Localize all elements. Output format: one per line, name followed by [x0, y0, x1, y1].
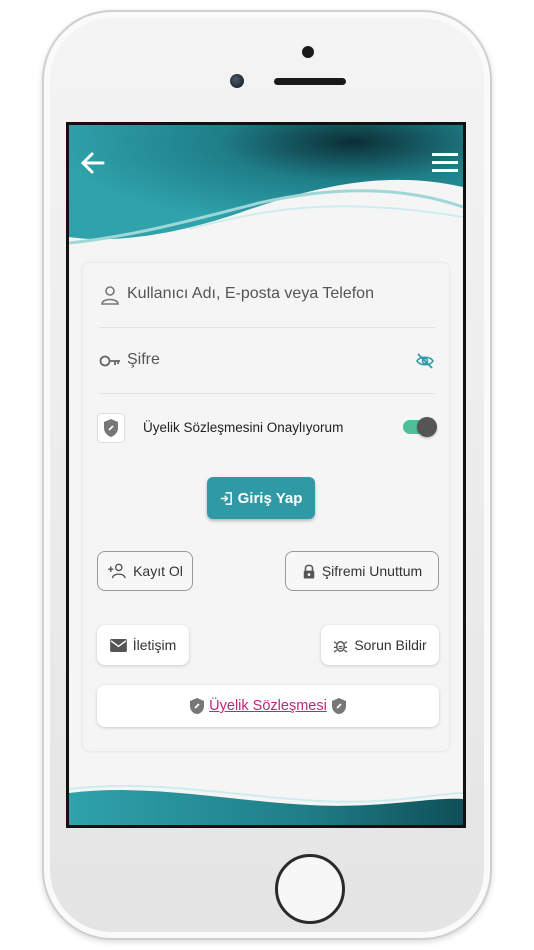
user-icon	[101, 286, 119, 305]
home-button[interactable]	[275, 854, 345, 924]
forgot-password-button[interactable]: Şifremi Unuttum	[285, 551, 439, 591]
header-wave	[69, 125, 463, 245]
register-button[interactable]: Kayıt Ol	[97, 551, 193, 591]
mail-icon	[109, 638, 127, 652]
shield-link-icon	[190, 698, 205, 714]
footer-wave	[69, 785, 463, 825]
login-icon	[220, 491, 232, 505]
key-icon	[99, 355, 120, 367]
shield-link-icon	[331, 698, 346, 714]
consent-toggle[interactable]	[403, 417, 437, 437]
report-issue-label: Sorun Bildir	[354, 637, 427, 653]
agreement-link[interactable]: Üyelik Sözleşmesi	[209, 698, 327, 714]
agreement-bar[interactable]: Üyelik Sözleşmesi	[97, 685, 439, 727]
login-label: Giriş Yap	[237, 489, 303, 507]
consent-row: Üyelik Sözleşmesini Onaylıyorum	[97, 413, 437, 443]
password-field[interactable]: Şifre	[99, 329, 435, 394]
contact-button[interactable]: İletişim	[97, 625, 189, 665]
bug-icon	[333, 640, 348, 653]
forgot-password-label: Şifremi Unuttum	[321, 563, 423, 579]
proximity-sensor	[302, 46, 314, 58]
report-issue-button[interactable]: Sorun Bildir	[321, 625, 439, 665]
earpiece-speaker	[274, 78, 346, 85]
hamburger-menu-icon[interactable]	[431, 151, 459, 175]
login-card: Kullanıcı Adı, E-posta veya Telefon Şifr…	[83, 263, 449, 751]
arrow-left-icon[interactable]	[79, 149, 107, 177]
front-camera	[230, 74, 244, 88]
login-button[interactable]: Giriş Yap	[207, 477, 315, 519]
consent-label: Üyelik Sözleşmesini Onaylıyorum	[143, 420, 344, 435]
app-screen: Kullanıcı Adı, E-posta veya Telefon Şifr…	[66, 122, 466, 828]
username-placeholder: Kullanıcı Adı, E-posta veya Telefon	[127, 285, 374, 302]
contact-label: İletişim	[132, 637, 177, 653]
add-user-icon	[108, 563, 126, 579]
shield-link-icon	[97, 413, 125, 443]
password-placeholder: Şifre	[127, 351, 160, 368]
lock-icon	[303, 564, 315, 578]
eye-off-icon[interactable]	[415, 351, 435, 371]
username-field[interactable]: Kullanıcı Adı, E-posta veya Telefon	[99, 263, 435, 328]
register-label: Kayıt Ol	[133, 563, 183, 579]
